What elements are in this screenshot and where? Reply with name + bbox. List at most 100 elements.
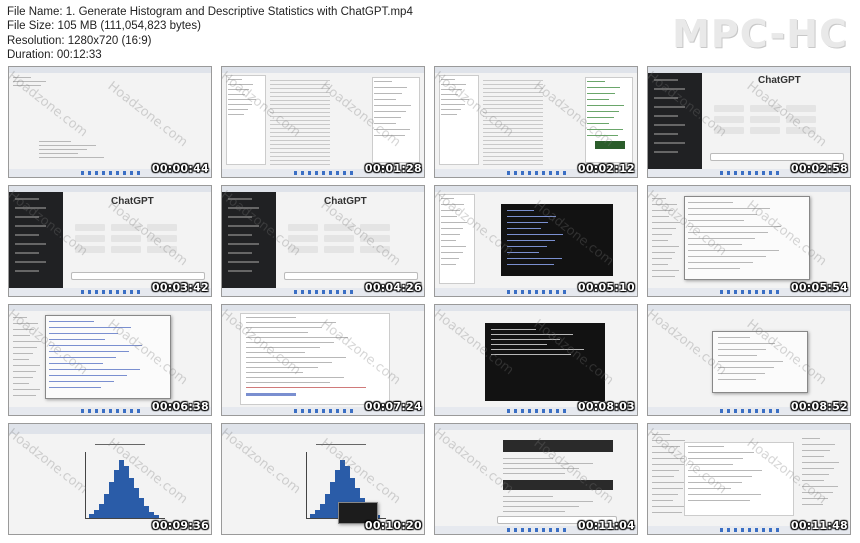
- text-line: [441, 109, 461, 110]
- example-card[interactable]: [750, 105, 780, 112]
- example-card[interactable]: [147, 224, 177, 231]
- example-card[interactable]: [324, 224, 354, 231]
- text-line: [652, 240, 668, 241]
- sidebar-item[interactable]: [228, 234, 252, 236]
- example-card[interactable]: [786, 116, 816, 123]
- editor-window[interactable]: [684, 442, 794, 516]
- sidebar-item[interactable]: [228, 216, 252, 218]
- sidebar-item[interactable]: [228, 225, 259, 227]
- video-thumbnail[interactable]: Hoadzone.com Hoadzone.com 00:05:10: [434, 185, 638, 297]
- message-input[interactable]: [710, 153, 844, 161]
- sidebar-item[interactable]: [228, 270, 252, 272]
- text-line: [441, 210, 460, 211]
- example-card[interactable]: [288, 246, 318, 253]
- text-line: [441, 264, 456, 265]
- sidebar-item[interactable]: [15, 225, 46, 227]
- sidebar-item[interactable]: [654, 88, 685, 90]
- example-card[interactable]: [750, 127, 780, 134]
- video-thumbnail[interactable]: Hoadzone.com Hoadzone.com 00:07:24: [221, 304, 425, 416]
- text-line: [652, 234, 672, 235]
- sidebar-item[interactable]: [15, 207, 46, 209]
- example-card[interactable]: [750, 116, 780, 123]
- text-line: [13, 371, 36, 372]
- example-card[interactable]: [111, 246, 141, 253]
- example-card[interactable]: [714, 105, 744, 112]
- message-input[interactable]: [71, 272, 205, 280]
- text-line: [503, 506, 579, 507]
- example-card[interactable]: [111, 235, 141, 242]
- sidebar-item[interactable]: [228, 207, 259, 209]
- example-card[interactable]: [75, 224, 105, 231]
- example-card[interactable]: [111, 224, 141, 231]
- sidebar-item[interactable]: [15, 216, 39, 218]
- sidebar-item[interactable]: [654, 142, 685, 144]
- example-card[interactable]: [360, 224, 390, 231]
- example-card[interactable]: [147, 246, 177, 253]
- sidebar-item[interactable]: [654, 115, 678, 117]
- text-line: [652, 494, 678, 495]
- sidebar-item[interactable]: [228, 252, 252, 254]
- color-swatch[interactable]: [595, 141, 625, 149]
- video-thumbnail[interactable]: Hoadzone.com Hoadzone.com 00:08:03: [434, 304, 638, 416]
- file-size: File Size: 105 MB (111,054,823 bytes): [7, 20, 201, 33]
- video-thumbnail[interactable]: ChatGPT Hoadzone.com Hoadzone.com 00:04:26: [221, 185, 425, 297]
- text-line: [507, 210, 534, 211]
- video-thumbnail[interactable]: Hoadzone.com Hoadzone.com 00:05:54: [647, 185, 851, 297]
- text-line: [228, 94, 245, 95]
- example-card[interactable]: [786, 127, 816, 134]
- text-line: [802, 492, 833, 493]
- sidebar-item[interactable]: [15, 252, 39, 254]
- video-thumbnail[interactable]: Hoadzone.com Hoadzone.com 00:08:52: [647, 304, 851, 416]
- example-card[interactable]: [288, 224, 318, 231]
- video-thumbnail[interactable]: Hoadzone.com Hoadzone.com 00:01:28: [221, 66, 425, 178]
- message-input[interactable]: [284, 272, 418, 280]
- sidebar-item[interactable]: [228, 198, 252, 200]
- text-line: [441, 216, 457, 217]
- text-line: [507, 216, 556, 217]
- video-thumbnail[interactable]: ChatGPT Hoadzone.com Hoadzone.com 00:03:42: [8, 185, 212, 297]
- sidebar-item[interactable]: [654, 79, 678, 81]
- sidebar-item[interactable]: [654, 97, 678, 99]
- sidebar-item[interactable]: [15, 243, 46, 245]
- text-line: [652, 434, 670, 435]
- example-card[interactable]: [324, 246, 354, 253]
- example-card[interactable]: [324, 235, 354, 242]
- text-line: [49, 369, 140, 370]
- spreadsheet-cells[interactable]: [270, 77, 330, 165]
- video-thumbnail[interactable]: Hoadzone.com Hoadzone.com 00:09:36: [8, 423, 212, 535]
- text-line: [688, 488, 731, 489]
- video-thumbnail[interactable]: ChatGPT Hoadzone.com Hoadzone.com 00:02:58: [647, 66, 851, 178]
- text-line: [688, 268, 740, 269]
- sidebar-item[interactable]: [15, 234, 39, 236]
- sidebar-item[interactable]: [654, 106, 685, 108]
- video-thumbnail[interactable]: Hoadzone.com Hoadzone.com 00:06:38: [8, 304, 212, 416]
- sidebar-item[interactable]: [15, 261, 46, 263]
- sidebar-item[interactable]: [654, 151, 678, 153]
- video-thumbnail[interactable]: Hoadzone.com Hoadzone.com 00:11:48: [647, 423, 851, 535]
- video-thumbnail[interactable]: Hoadzone.com Hoadzone.com 00:10:20: [221, 423, 425, 535]
- example-card[interactable]: [288, 235, 318, 242]
- sidebar-item[interactable]: [15, 270, 39, 272]
- spreadsheet-cells[interactable]: [483, 77, 543, 165]
- example-card[interactable]: [714, 127, 744, 134]
- text-line: [374, 93, 402, 94]
- example-card[interactable]: [714, 116, 744, 123]
- example-card[interactable]: [360, 246, 390, 253]
- video-thumbnail[interactable]: Hoadzone.com Hoadzone.com 00:11:04: [434, 423, 638, 535]
- example-card[interactable]: [147, 235, 177, 242]
- text-line: [39, 145, 96, 146]
- text-line: [246, 342, 334, 343]
- video-thumbnail[interactable]: Hoadzone.com Hoadzone.com 00:02:12: [434, 66, 638, 178]
- example-card[interactable]: [75, 235, 105, 242]
- sidebar-item[interactable]: [228, 243, 259, 245]
- example-card[interactable]: [75, 246, 105, 253]
- message-dialog[interactable]: [712, 331, 808, 393]
- sidebar-item[interactable]: [654, 124, 685, 126]
- text-line: [718, 379, 756, 380]
- sidebar-item[interactable]: [228, 261, 259, 263]
- sidebar-item[interactable]: [15, 198, 39, 200]
- video-thumbnail[interactable]: Hoadzone.com Hoadzone.com 00:00:44: [8, 66, 212, 178]
- example-card[interactable]: [360, 235, 390, 242]
- example-card[interactable]: [786, 105, 816, 112]
- sidebar-item[interactable]: [654, 133, 678, 135]
